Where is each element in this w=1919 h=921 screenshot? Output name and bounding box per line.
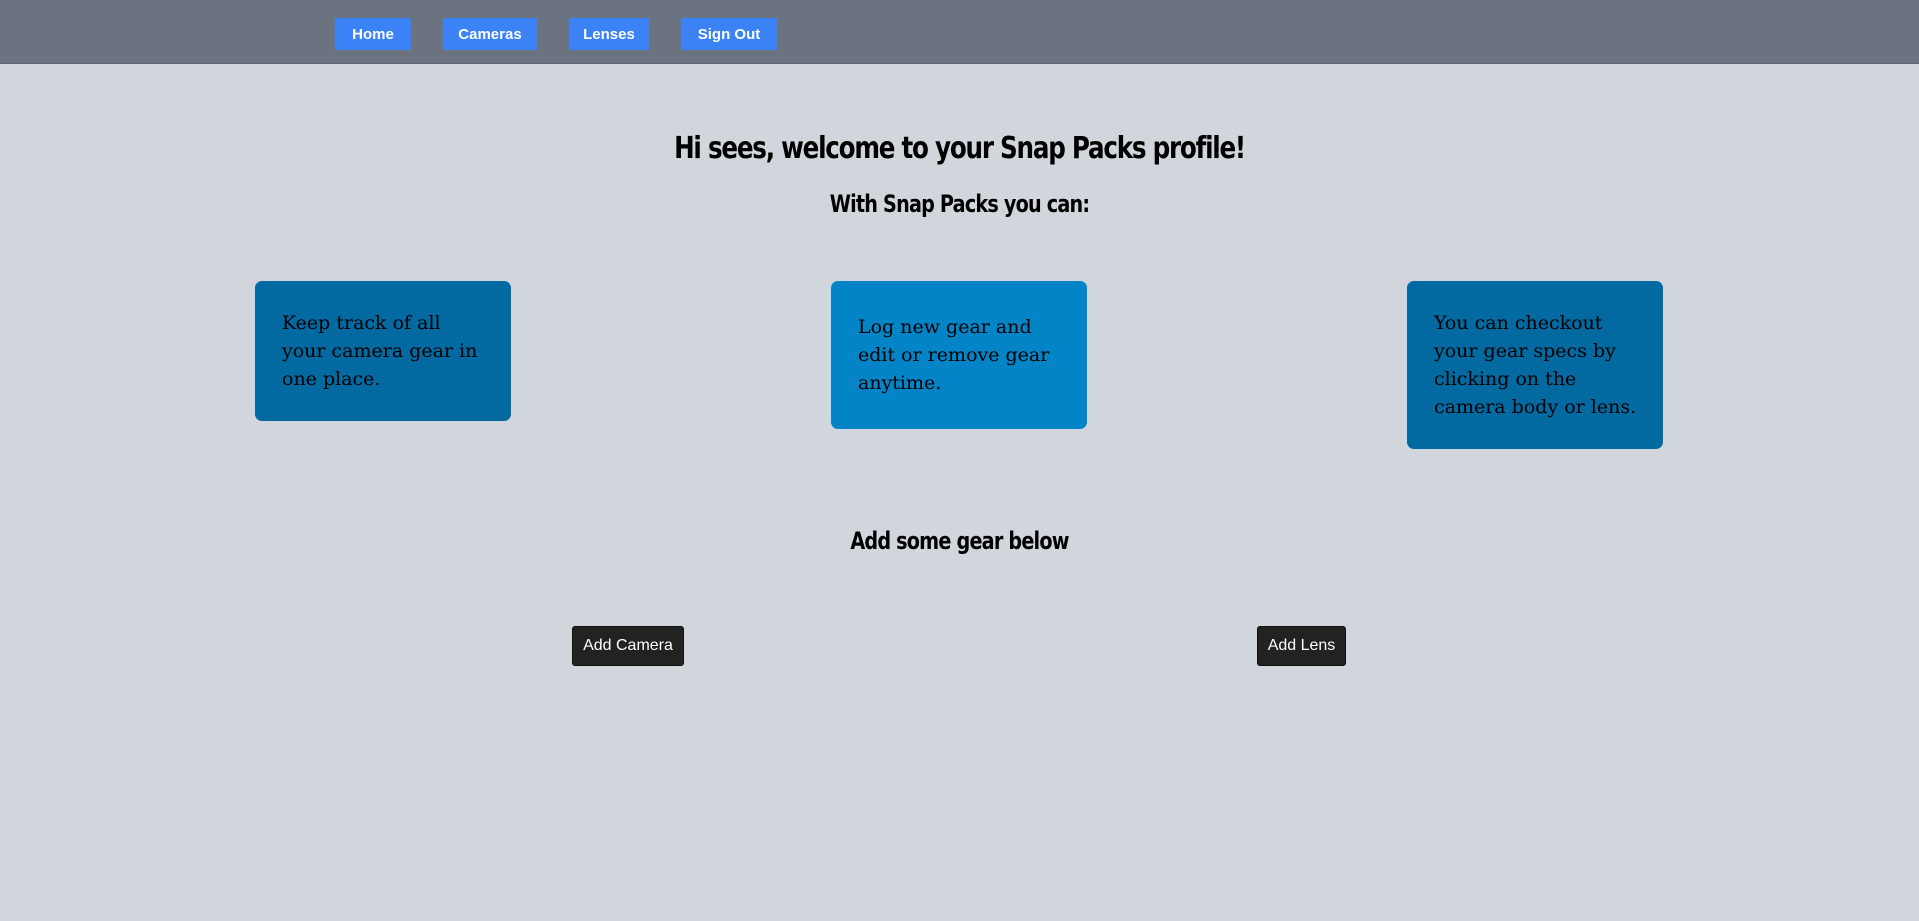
feature-card-log: Log new gear and edit or remove gear any… <box>831 281 1087 429</box>
feature-card-text: You can checkout your gear specs by clic… <box>1434 312 1637 418</box>
welcome-heading: Hi sees, welcome to your Snap Packs prof… <box>674 131 1246 166</box>
feature-card-text: Log new gear and edit or remove gear any… <box>858 316 1050 394</box>
add-lens-button[interactable]: Add Lens <box>1257 626 1346 666</box>
nav-lenses-button[interactable]: Lenses <box>569 18 649 50</box>
add-camera-button[interactable]: Add Camera <box>572 626 684 666</box>
nav-sign-out-button[interactable]: Sign Out <box>681 18 777 50</box>
feature-card-track: Keep track of all your camera gear in on… <box>255 281 511 421</box>
feature-card-specs: You can checkout your gear specs by clic… <box>1407 281 1663 449</box>
nav-home-button[interactable]: Home <box>335 18 411 50</box>
top-navbar: Home Cameras Lenses Sign Out <box>0 0 1919 64</box>
nav-cameras-button[interactable]: Cameras <box>443 18 537 50</box>
features-subtitle: With Snap Packs you can: <box>829 190 1090 218</box>
feature-card-text: Keep track of all your camera gear in on… <box>282 312 478 390</box>
add-gear-heading: Add some gear below <box>850 527 1069 555</box>
